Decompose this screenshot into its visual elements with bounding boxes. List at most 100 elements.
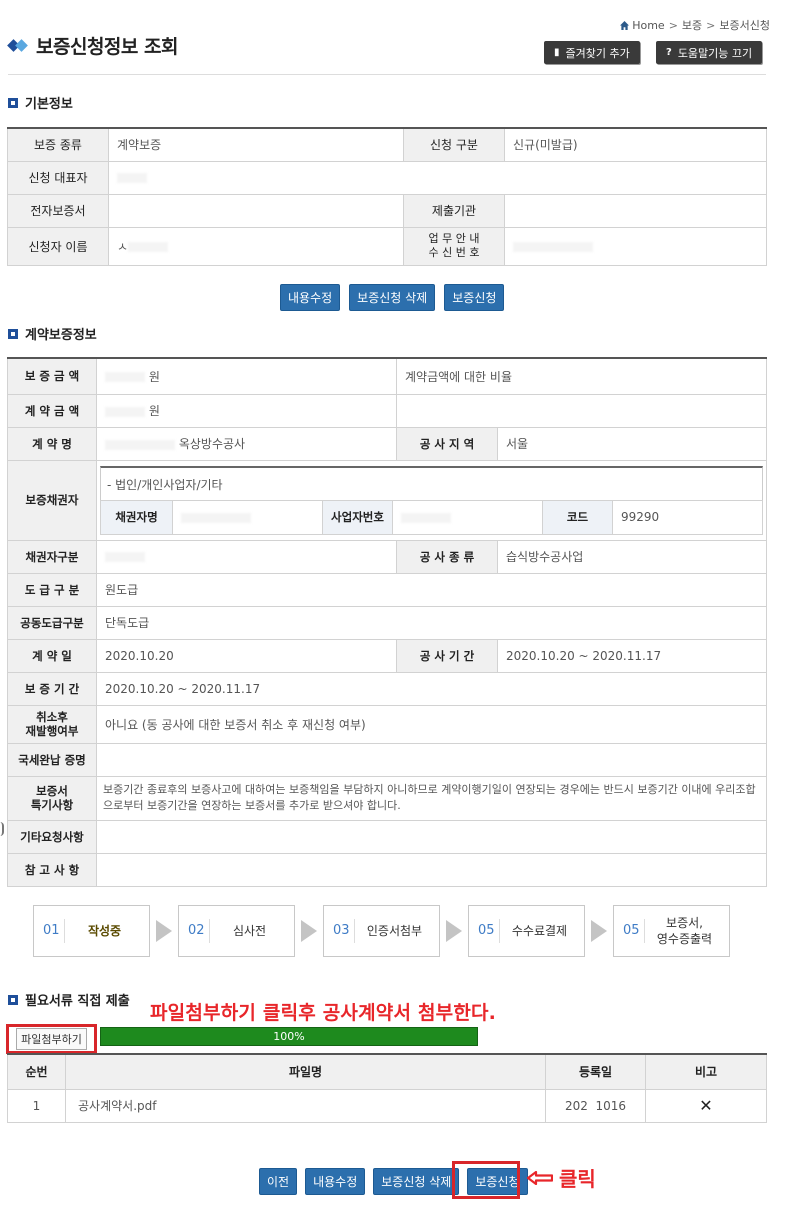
- table-row: 채권자명 사업자번호 코드 99290: [100, 499, 763, 535]
- bookmark-label: 즐겨찾기 추가: [565, 46, 630, 60]
- cell-label: 보증서 특기사항: [7, 775, 97, 821]
- table-row: 도 급 구 분 원도급: [7, 572, 767, 607]
- cell-label: 공 사 지 역: [396, 426, 498, 461]
- cell-date: 202 1016: [545, 1088, 646, 1123]
- cell-label: 참 고 사 항: [7, 852, 97, 887]
- basic-info-table: 보증 종류 계약보증 신청 구분 신규(미발급) 신청 대표자 전자보증서 제출…: [7, 127, 767, 266]
- cell-label: 채권자명: [100, 499, 173, 535]
- prev-button[interactable]: 이전: [259, 1168, 298, 1195]
- cell-value: [504, 226, 767, 266]
- apply-button[interactable]: 보증신청: [444, 284, 505, 311]
- table-row: 공동도급구분 단독도급: [7, 605, 767, 640]
- step-arrow-icon: [156, 920, 172, 942]
- section-documents: 필요서류 직접 제출: [8, 990, 130, 1009]
- arrow-left-icon: [527, 1170, 553, 1185]
- section-basic-info: 기본정보: [8, 93, 73, 112]
- basic-actions: 내용수정 보증신청 삭제 보증신청: [280, 284, 505, 311]
- edge-marker: [0, 822, 4, 836]
- table-row: 보증채권자 - 법인/개인사업자/기타 채권자명 사업자번호 코드 99290: [7, 459, 767, 541]
- click-annotation-text: 클릭: [559, 1167, 596, 1191]
- cell-label: 계 약 명: [7, 426, 97, 461]
- cell-value: 단독도급: [96, 605, 767, 640]
- cell-label: 취소후 재발행여부: [7, 704, 97, 744]
- square-bullet-icon: [8, 97, 18, 108]
- table-row: 보 증 금 액 원 계약금액에 대한 비율: [7, 357, 767, 395]
- cell-value: [96, 539, 397, 574]
- cell-value: 99290: [612, 499, 763, 535]
- cell-value: [96, 852, 767, 887]
- cell-value: 습식방수공사업: [497, 539, 767, 574]
- breadcrumb-level2[interactable]: 보증서신청: [719, 19, 770, 32]
- breadcrumb-home[interactable]: Home: [632, 19, 664, 32]
- cell-label: 공동도급구분: [7, 605, 97, 640]
- cell-label: 기타요청사항: [7, 819, 97, 854]
- breadcrumb: Home > 보증 > 보증서신청: [620, 17, 770, 33]
- bookmark-icon: ▮: [554, 47, 560, 58]
- cell-label: 제출기관: [403, 193, 505, 228]
- edit-button[interactable]: 내용수정: [280, 284, 341, 311]
- delete-file-icon[interactable]: ✕: [645, 1088, 767, 1123]
- cell-value: [108, 193, 404, 228]
- table-row: 채권자구분 공 사 종 류 습식방수공사업: [7, 539, 767, 574]
- file-attach-label: 파일첨부하기: [16, 1028, 87, 1050]
- square-bullet-icon: [8, 994, 18, 1005]
- table-row: 1 공사계약서.pdf 202 1016 ✕: [7, 1088, 767, 1123]
- step-2: 02 심사전: [178, 905, 295, 957]
- edit-button[interactable]: 내용수정: [305, 1168, 366, 1195]
- table-row: 보증 종류 계약보증 신청 구분 신규(미발급): [7, 127, 767, 162]
- step-arrow-icon: [301, 920, 317, 942]
- section-title: 기본정보: [25, 97, 73, 112]
- divider: [8, 74, 766, 75]
- highlight-box: [452, 1161, 520, 1199]
- diamond-icon: [8, 39, 30, 53]
- cell-label: 업 무 안 내 수 신 번 호: [403, 226, 505, 266]
- cell-value: [396, 393, 767, 428]
- table-header-row: 순번 파일명 등록일 비고: [7, 1053, 767, 1090]
- cell-value: [108, 160, 767, 195]
- section-title: 계약보증정보: [25, 328, 97, 343]
- cell-value: 아니요 (동 공사에 대한 보증서 취소 후 재신청 여부): [96, 704, 767, 744]
- step-5: 05 보증서, 영수증출력: [613, 905, 730, 957]
- help-toggle-button[interactable]: ? 도움말기능 끄기: [656, 41, 763, 64]
- cell-label: 보증채권자: [7, 459, 97, 541]
- cell-value: 2020.10.20 ~ 2020.11.17: [497, 638, 767, 673]
- table-row: 계 약 금 액 원: [7, 393, 767, 428]
- bookmark-button[interactable]: ▮ 즐겨찾기 추가: [544, 41, 640, 64]
- column-header: 등록일: [545, 1053, 646, 1090]
- breadcrumb-level1[interactable]: 보증: [682, 19, 702, 32]
- delete-application-button[interactable]: 보증신청 삭제: [349, 284, 436, 311]
- cell-value: [504, 193, 767, 228]
- column-header: 파일명: [65, 1053, 546, 1090]
- table-row: 계 약 명 옥상방수공사 공 사 지 역 서울: [7, 426, 767, 461]
- step-1: 01 작성중: [33, 905, 150, 957]
- delete-application-button[interactable]: 보증신청 삭제: [373, 1168, 460, 1195]
- table-row: 신청 대표자: [7, 160, 767, 195]
- step-4: 05 수수료결제: [468, 905, 585, 957]
- table-row: 취소후 재발행여부 아니요 (동 공사에 대한 보증서 취소 후 재신청 여부): [7, 704, 767, 744]
- table-row: 전자보증서 제출기관: [7, 193, 767, 228]
- cell-value: 계약금액에 대한 비율: [396, 357, 767, 395]
- cell-label: 공 사 종 류: [396, 539, 498, 574]
- step-arrow-icon: [591, 920, 607, 942]
- cell-label: 신청 대표자: [7, 160, 109, 195]
- cell-label: 도 급 구 분: [7, 572, 97, 607]
- table-row: 보증서 특기사항 보증기간 종료후의 보증사고에 대하여는 보증책임을 부담하지…: [7, 775, 767, 821]
- cell-label: 신청자 이름: [7, 226, 109, 266]
- help-icon: ?: [666, 47, 672, 58]
- cell-value: 원: [96, 393, 397, 428]
- cell-value: ㅅ: [108, 226, 404, 266]
- cell-label: 전자보증서: [7, 193, 109, 228]
- upload-progress-bar: 100%: [100, 1027, 478, 1046]
- section-title: 필요서류 직접 제출: [25, 994, 130, 1009]
- home-icon[interactable]: [620, 21, 630, 30]
- creditor-table: 채권자명 사업자번호 코드 99290: [100, 499, 763, 535]
- cell-value: 보증기간 종료후의 보증사고에 대하여는 보증책임을 부담하지 아니하므로 계약…: [96, 775, 767, 821]
- cell-filename[interactable]: 공사계약서.pdf: [65, 1088, 546, 1123]
- process-steps: 01 작성중 02 심사전 03 인증서첨부 05 수수료결제 05 보증서, 영수증출력: [33, 905, 730, 957]
- creditor-type: - 법인/개인사업자/기타: [100, 465, 763, 500]
- file-attach-button[interactable]: 파일첨부하기: [6, 1024, 97, 1054]
- section-contract-info: 계약보증정보: [8, 324, 97, 343]
- step-arrow-icon: [446, 920, 462, 942]
- help-label: 도움말기능 끄기: [677, 46, 753, 60]
- cell-value: 원: [96, 357, 397, 395]
